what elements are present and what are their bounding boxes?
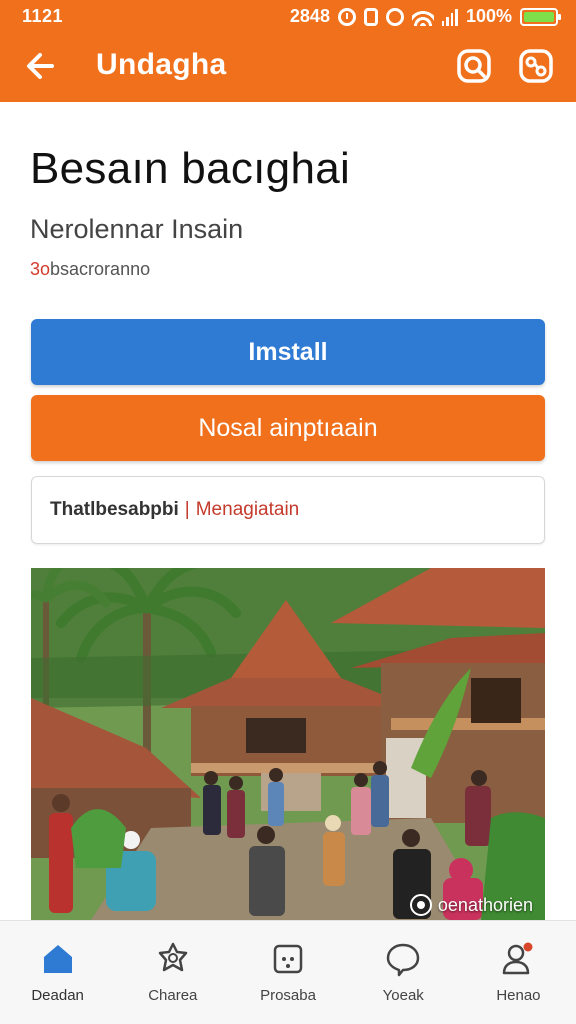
chat-bubble-icon [386, 943, 420, 977]
nav-label-yoeak: Yoeak [382, 987, 424, 1004]
village-scene-illustration [31, 568, 545, 920]
location-icon [409, 894, 432, 916]
nav-item-prosaba[interactable]: Prosaba [230, 921, 345, 1024]
dice-icon [273, 944, 303, 974]
secondary-action-button[interactable]: Nosal ainptıaain [31, 395, 545, 461]
alarm-icon [337, 7, 356, 26]
star-badge-icon [158, 942, 188, 972]
info-card-separator: | [184, 499, 190, 520]
install-button[interactable]: Imstall [31, 319, 545, 385]
back-arrow-icon[interactable] [22, 46, 62, 86]
battery-percent: 100% [465, 6, 512, 26]
nav-label-henao: Henao [496, 987, 541, 1004]
vibrate-icon [363, 7, 378, 26]
hero-image[interactable]: oenathorien [31, 568, 545, 920]
share-icon[interactable] [516, 46, 556, 86]
app-name: Besaın bacıghai [30, 144, 351, 193]
app-bar-title: Undagha [96, 48, 227, 81]
hero-caption-text: oenathorien [437, 894, 533, 915]
home-icon [43, 945, 72, 973]
status-time: 1121 [22, 6, 64, 26]
profile-icon [503, 942, 533, 975]
meta-text: bsacroranno [50, 259, 151, 279]
signal-icon [441, 8, 458, 26]
nav-item-charea[interactable]: Charea [115, 921, 230, 1024]
battery-icon [520, 7, 561, 26]
app-meta: 3obsacroranno [30, 259, 150, 280]
info-card-right[interactable]: Menagiatain [196, 499, 300, 521]
wifi-icon [411, 7, 434, 26]
search-icon[interactable] [454, 46, 494, 86]
developer-name[interactable]: Nerolennar Insain [30, 214, 243, 245]
info-card-left: Thatlbesabpbi [50, 499, 179, 520]
status-icons: 2848 100% [289, 6, 561, 27]
nav-label-charea: Charea [148, 987, 198, 1004]
app-bar: Undagha [0, 32, 576, 102]
dnd-icon [385, 7, 404, 26]
info-card[interactable]: Thatlbesabpbi | Menagiatain [31, 476, 545, 544]
nav-label-prosaba: Prosaba [260, 987, 316, 1004]
nav-label-home: Deadan [31, 987, 84, 1004]
nav-item-henao[interactable]: Henao [461, 921, 576, 1024]
nav-item-yoeak[interactable]: Yoeak [346, 921, 461, 1024]
meta-accent: 3o [30, 259, 51, 279]
nav-item-home[interactable]: Deadan [0, 921, 115, 1024]
status-clock: 2848 [289, 6, 330, 26]
status-bar: 1121 2848 100% [0, 0, 576, 32]
top-bar: 1121 2848 100% Undagha [0, 0, 576, 102]
bottom-nav: Deadan Charea Prosaba Yoeak Henao [0, 920, 576, 1024]
hero-caption: oenathorien [409, 894, 533, 916]
